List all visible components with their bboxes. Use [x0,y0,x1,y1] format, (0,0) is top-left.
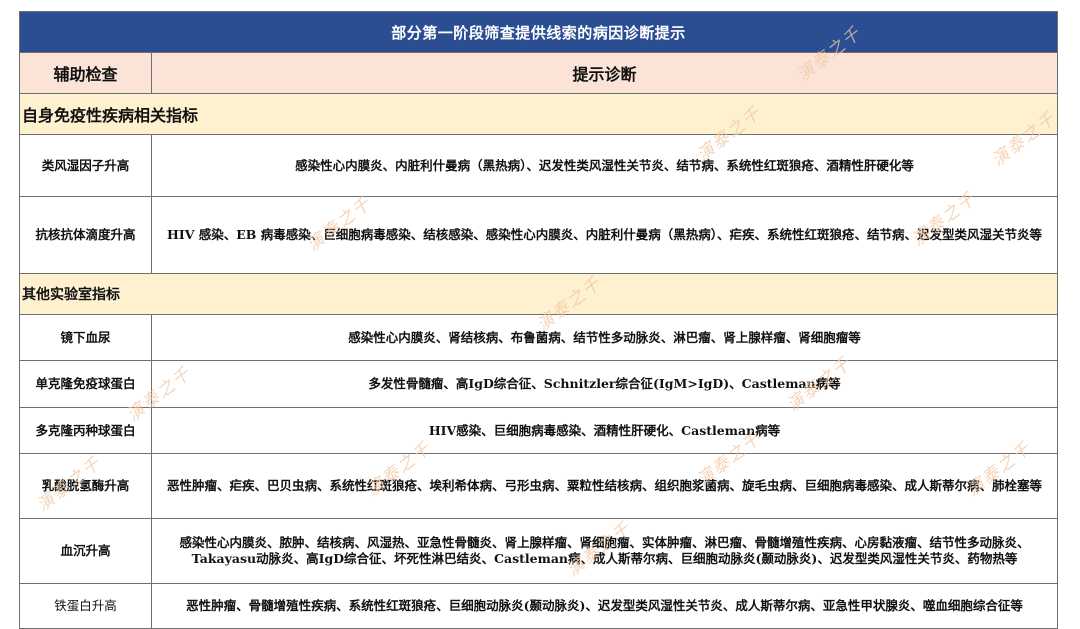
section-row-other-lab: 其他实验室指标 [18,273,1059,315]
header-diagnosis: 提示诊断 [150,52,1059,94]
table-row: 抗核抗体滴度升高 HIV 感染、EB 病毒感染、巨细胞病毒感染、结核感染、感染性… [19,196,1059,274]
diagnosis-table-container: 部分第一阶段筛查提供线索的病因诊断提示 辅助检查 提示诊断 自身免疫性疾病相关指… [18,11,1059,629]
diagnosis-cell: 恶性肿瘤、疟疾、巴贝虫病、系统性红斑狼疮、埃利希体病、弓形虫病、粟粒性结核病、组… [150,453,1059,519]
section-row-autoimmune: 自身免疫性疾病相关指标 [18,93,1059,135]
table-title: 部分第一阶段筛查提供线索的病因诊断提示 [18,11,1059,53]
test-cell: 乳酸脱氢酶升高 [19,453,152,519]
test-cell: 类风湿因子升高 [19,134,152,197]
diagnosis-cell: HIV感染、巨细胞病毒感染、酒精性肝硬化、Castleman病等 [150,407,1059,454]
table-row: 乳酸脱氢酶升高 恶性肿瘤、疟疾、巴贝虫病、系统性红斑狼疮、埃利希体病、弓形虫病、… [19,453,1059,519]
table-row: 类风湿因子升高 感染性心内膜炎、内脏利什曼病（黑热病）、迟发性类风湿性关节炎、结… [19,134,1059,197]
diagnosis-cell: 感染性心内膜炎、肾结核病、布鲁菌病、结节性多动脉炎、淋巴瘤、肾上腺样瘤、肾细胞瘤… [150,314,1059,361]
diagnosis-cell: 恶性肿瘤、骨髓增殖性疾病、系统性红斑狼疮、巨细胞动脉炎(颞动脉炎)、迟发型类风湿… [150,583,1059,629]
table-title-row: 部分第一阶段筛查提供线索的病因诊断提示 [18,11,1059,53]
test-cell: 抗核抗体滴度升高 [19,196,152,274]
table-row: 铁蛋白升高 恶性肿瘤、骨髓增殖性疾病、系统性红斑狼疮、巨细胞动脉炎(颞动脉炎)、… [19,583,1059,629]
section-label: 自身免疫性疾病相关指标 [18,93,1059,135]
table-row: 镜下血尿 感染性心内膜炎、肾结核病、布鲁菌病、结节性多动脉炎、淋巴瘤、肾上腺样瘤… [19,314,1059,361]
test-cell: 单克隆免疫球蛋白 [19,360,152,408]
diagnosis-cell: 感染性心内膜炎、脓肿、结核病、风湿热、亚急性骨髓炎、肾上腺样瘤、肾细胞瘤、实体肿… [150,518,1059,584]
diagnosis-cell: HIV 感染、EB 病毒感染、巨细胞病毒感染、结核感染、感染性心内膜炎、内脏利什… [150,196,1059,274]
test-cell: 血沉升高 [19,518,152,584]
diagnosis-table: 部分第一阶段筛查提供线索的病因诊断提示 辅助检查 提示诊断 自身免疫性疾病相关指… [18,11,1059,629]
test-cell: 多克隆丙种球蛋白 [19,407,152,454]
section-label: 其他实验室指标 [18,273,1059,315]
test-cell: 铁蛋白升高 [19,583,152,629]
diagnosis-cell: 多发性骨髓瘤、高IgD综合征、Schnitzler综合征(IgM>IgD)、Ca… [150,360,1059,408]
table-header-row: 辅助检查 提示诊断 [19,52,1059,94]
header-test: 辅助检查 [19,52,152,94]
table-row: 血沉升高 感染性心内膜炎、脓肿、结核病、风湿热、亚急性骨髓炎、肾上腺样瘤、肾细胞… [19,518,1059,584]
test-cell: 镜下血尿 [19,314,152,361]
table-row: 多克隆丙种球蛋白 HIV感染、巨细胞病毒感染、酒精性肝硬化、Castleman病… [19,407,1059,454]
table-row: 单克隆免疫球蛋白 多发性骨髓瘤、高IgD综合征、Schnitzler综合征(Ig… [19,360,1059,408]
diagnosis-cell: 感染性心内膜炎、内脏利什曼病（黑热病）、迟发性类风湿性关节炎、结节病、系统性红斑… [150,134,1059,197]
